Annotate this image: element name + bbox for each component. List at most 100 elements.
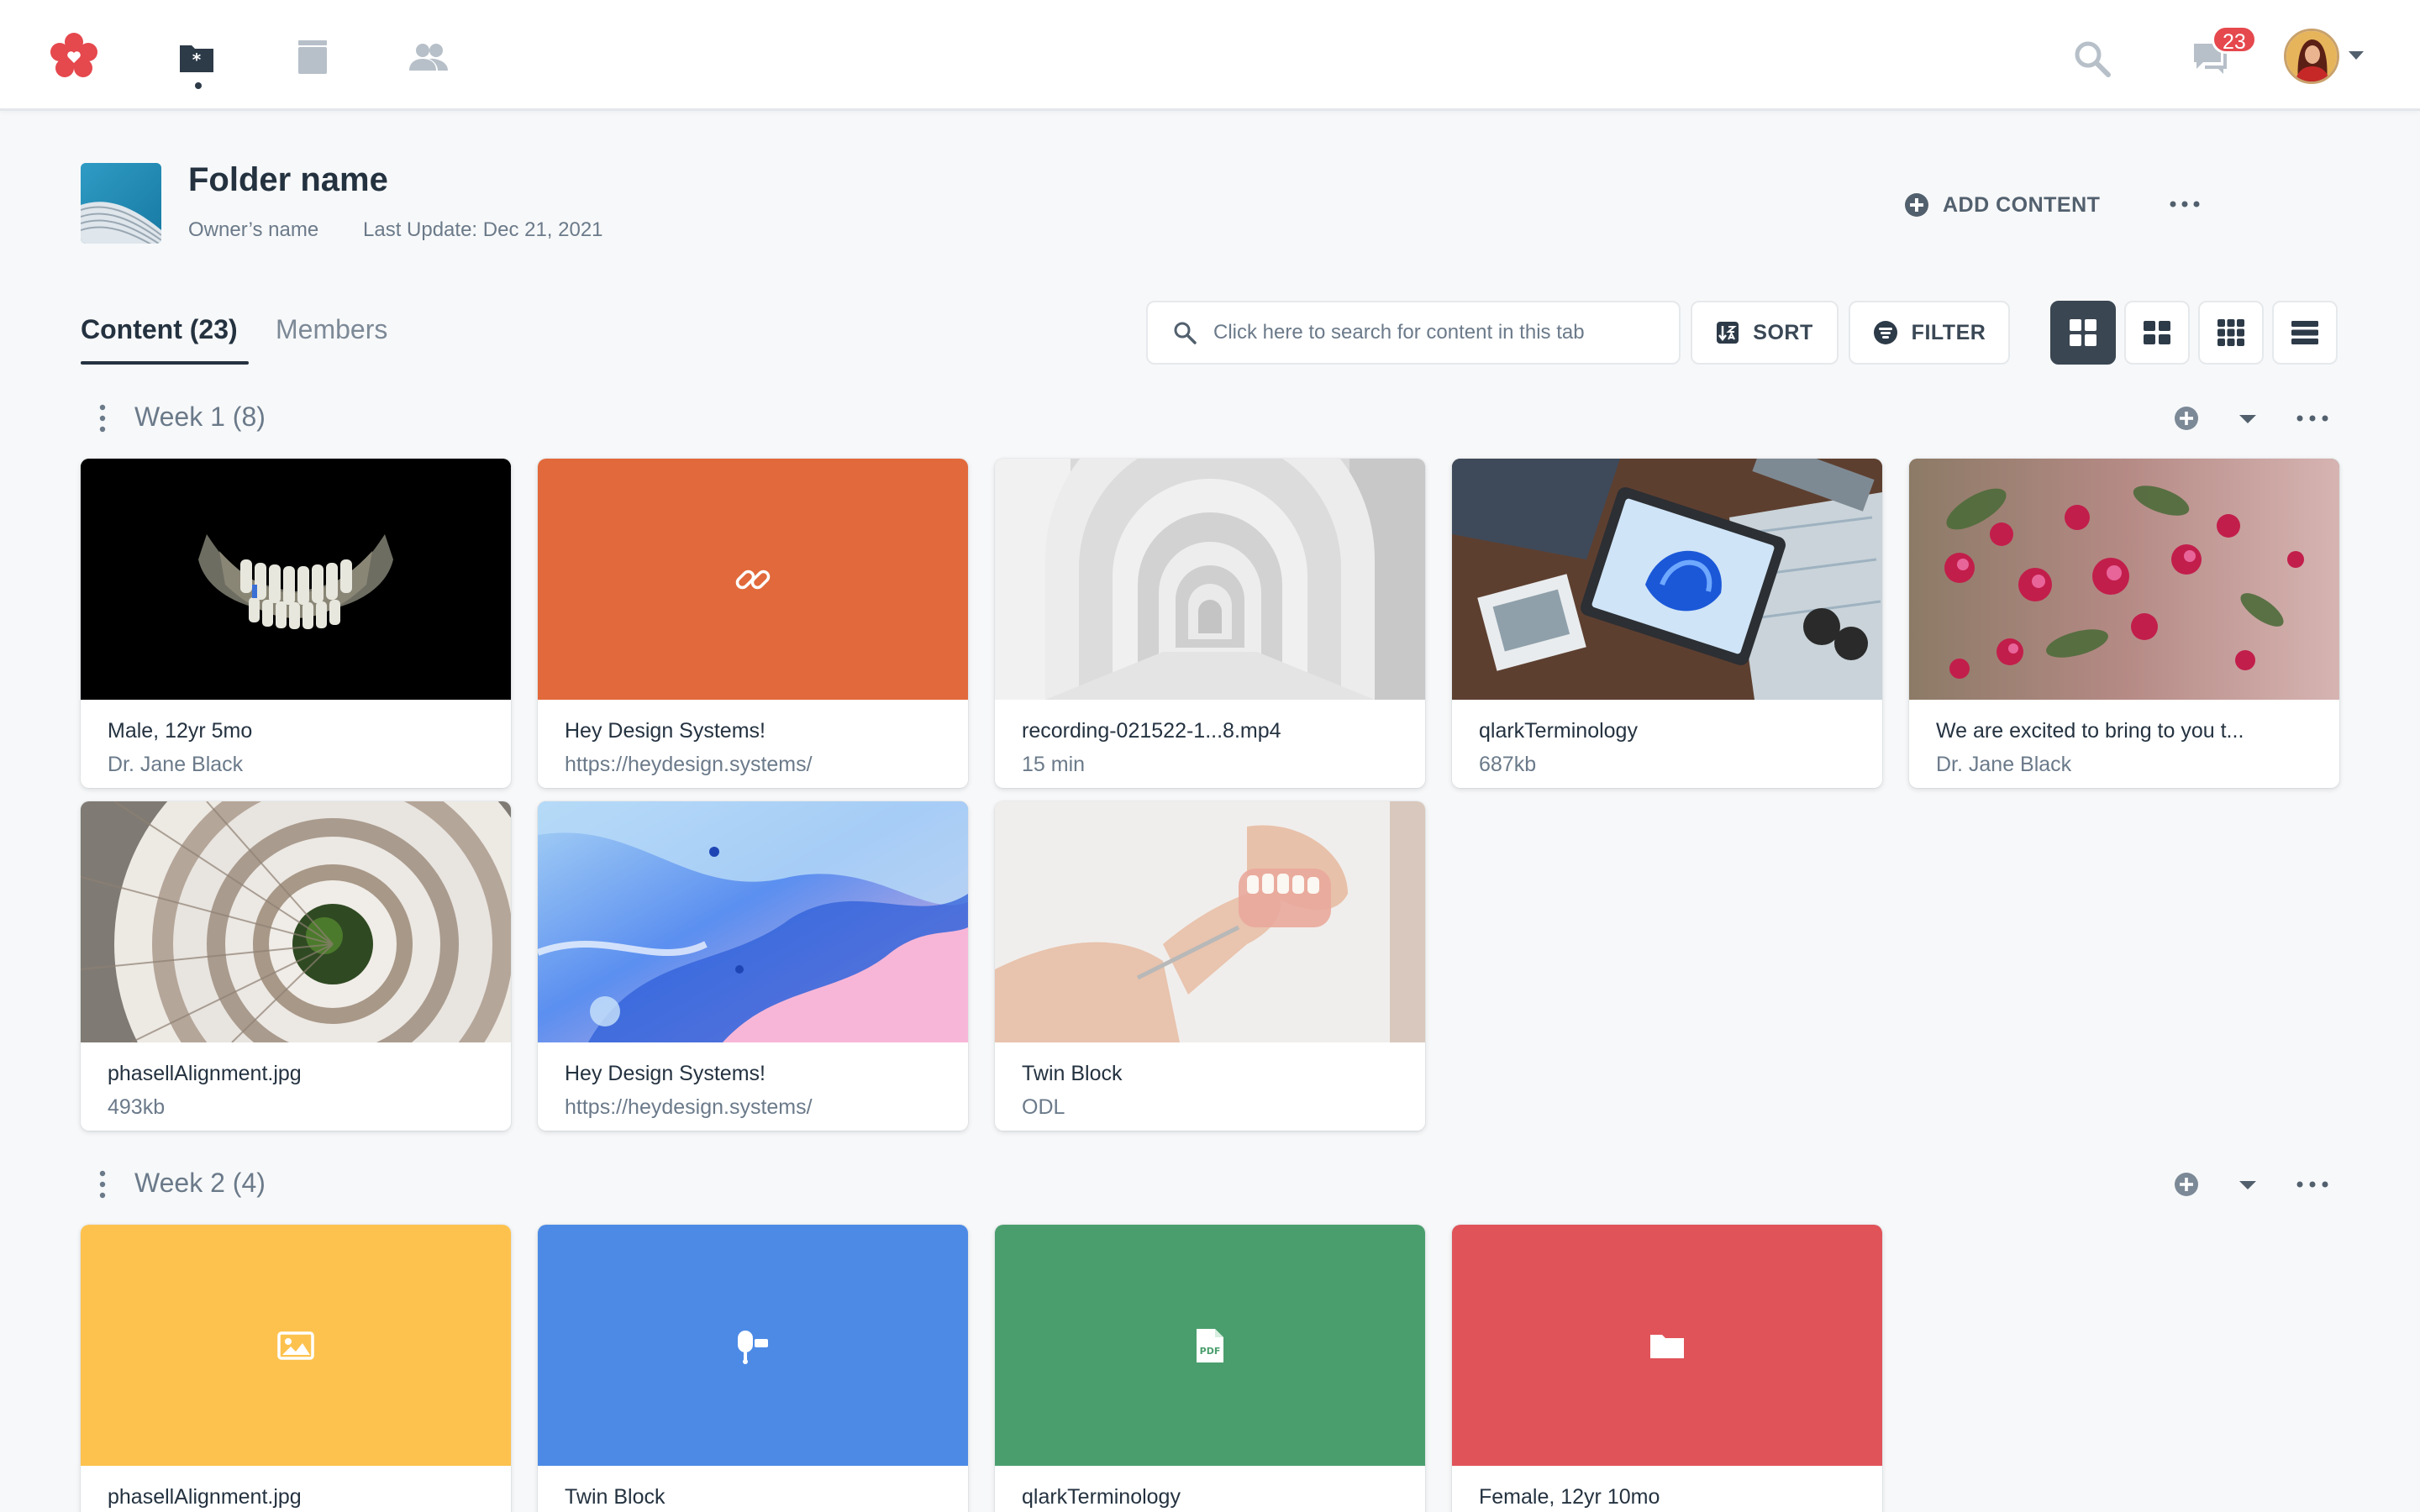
content-card[interactable]: Hey Design Systems! https://heydesign.sy…: [538, 459, 968, 788]
card-title: Male, 12yr 5mo: [108, 719, 253, 743]
pdf-icon: PDF: [1197, 1328, 1223, 1362]
tab-members[interactable]: Members: [276, 314, 387, 345]
appliance-icon: [738, 1330, 768, 1364]
drag-handle-icon[interactable]: [97, 1169, 108, 1200]
sort-icon: [1717, 322, 1739, 344]
content-card[interactable]: Female, 12yr 10mo: [1452, 1225, 1882, 1512]
filter-icon: [1873, 321, 1897, 344]
card-subtitle: Dr. Jane Black: [1936, 753, 2072, 776]
add-content-label: ADD CONTENT: [1943, 192, 2101, 217]
svg-text:PDF: PDF: [1200, 1346, 1221, 1357]
collapse-caret-icon[interactable]: [2237, 1176, 2259, 1193]
content-card[interactable]: phasellAlignment.jpg: [81, 1225, 511, 1512]
grid-medium-icon: [2144, 321, 2170, 344]
last-update: Last Update: Dec 21, 2021: [363, 218, 603, 241]
content-card[interactable]: phasellAlignment.jpg 493kb: [81, 801, 511, 1131]
search-input[interactable]: [1213, 321, 1650, 344]
add-content-button[interactable]: ADD CONTENT: [1904, 188, 2100, 222]
view-list-button[interactable]: [2272, 301, 2338, 365]
folder-thumbnail: [81, 163, 161, 244]
card-title: recording-021522-1...8.mp4: [1022, 719, 1281, 743]
link-preview: [538, 459, 968, 700]
content-card[interactable]: qlarkTerminology 687kb: [1452, 459, 1882, 788]
add-item-icon[interactable]: [2173, 405, 2200, 432]
page-title: Folder name: [188, 161, 388, 198]
sort-button[interactable]: SORT: [1691, 301, 1839, 365]
grid-large-icon: [2070, 319, 2096, 346]
fluid-art-image: [538, 801, 968, 1042]
dental-appliance-image: [995, 801, 1425, 1042]
link-icon: [735, 570, 771, 589]
card-subtitle: https://heydesign.systems/: [565, 1095, 813, 1119]
card-subtitle: 687kb: [1479, 753, 1537, 776]
folder-placeholder: [1452, 1225, 1882, 1466]
flower-logo-icon[interactable]: [47, 32, 101, 79]
card-title: Twin Block: [1022, 1062, 1123, 1085]
view-small-grid-button[interactable]: [2198, 301, 2264, 365]
folder-icon: [1650, 1334, 1684, 1358]
card-title: Hey Design Systems!: [565, 719, 765, 743]
card-subtitle: Dr. Jane Black: [108, 753, 244, 776]
list-icon: [2291, 321, 2318, 344]
notification-badge: 23: [2212, 25, 2257, 54]
book-icon[interactable]: [289, 34, 336, 81]
card-title: phasellAlignment.jpg: [108, 1062, 302, 1085]
spiral-stairs-image: [81, 801, 511, 1042]
arches-image: [995, 459, 1425, 700]
card-title: qlarkTerminology: [1479, 719, 1638, 743]
filter-button[interactable]: FILTER: [1849, 301, 2010, 365]
card-title: Female, 12yr 10mo: [1479, 1485, 1660, 1509]
add-item-icon[interactable]: [2173, 1171, 2200, 1198]
pdf-placeholder: PDF: [995, 1225, 1425, 1466]
active-tab-indicator: [81, 361, 249, 365]
card-title: We are excited to bring to you t...: [1936, 719, 2244, 743]
section-header-week-2: Week 2 (4): [81, 1159, 2341, 1210]
chevron-down-icon[interactable]: [2346, 47, 2366, 64]
card-subtitle: 15 min: [1022, 753, 1086, 776]
card-title: qlarkTerminology: [1022, 1485, 1181, 1509]
image-placeholder: [81, 1225, 511, 1466]
svg-text:*: *: [192, 50, 202, 70]
top-navigation-bar: [0, 0, 2420, 111]
active-nav-indicator: [195, 82, 202, 89]
appliance-placeholder: [538, 1225, 968, 1466]
card-subtitle: ODL: [1022, 1095, 1065, 1119]
content-card[interactable]: We are excited to bring to you t... Dr. …: [1909, 459, 2339, 788]
filter-label: FILTER: [1911, 320, 1986, 344]
owner-name: Owner’s name: [188, 218, 319, 241]
content-card[interactable]: recording-021522-1...8.mp4 15 min: [995, 459, 1425, 788]
user-avatar[interactable]: [2284, 29, 2339, 84]
content-search[interactable]: [1146, 301, 1681, 365]
section-title: Week 2 (4): [134, 1168, 266, 1198]
content-card[interactable]: Twin Block ODL: [995, 801, 1425, 1131]
people-icon[interactable]: [402, 34, 455, 81]
search-icon: [1174, 322, 1197, 344]
content-card[interactable]: Male, 12yr 5mo Dr. Jane Black: [81, 459, 511, 788]
section-header-week-1: Week 1 (8): [81, 393, 2341, 444]
sort-label: SORT: [1753, 320, 1813, 344]
dental-scan-image: [81, 459, 511, 700]
more-options-icon[interactable]: [2168, 190, 2202, 218]
folder-star-icon[interactable]: *: [173, 34, 220, 81]
more-options-icon[interactable]: [2296, 408, 2329, 428]
grid-small-icon: [2217, 319, 2244, 346]
card-subtitle: 493kb: [108, 1095, 166, 1119]
tablet-desk-image: [1452, 459, 1882, 700]
drag-handle-icon[interactable]: [97, 403, 108, 433]
more-options-icon[interactable]: [2296, 1174, 2329, 1194]
collapse-caret-icon[interactable]: [2237, 410, 2259, 427]
content-card[interactable]: PDF qlarkTerminology: [995, 1225, 1425, 1512]
card-title: Twin Block: [565, 1485, 666, 1509]
view-medium-grid-button[interactable]: [2124, 301, 2190, 365]
tab-content[interactable]: Content (23): [81, 314, 238, 345]
card-subtitle: https://heydesign.systems/: [565, 753, 813, 776]
content-card[interactable]: Twin Block: [538, 1225, 968, 1512]
card-title: phasellAlignment.jpg: [108, 1485, 302, 1509]
image-icon: [277, 1331, 314, 1360]
plus-circle-icon: [1905, 193, 1928, 217]
content-card[interactable]: Hey Design Systems! https://heydesign.sy…: [538, 801, 968, 1131]
search-icon[interactable]: [2067, 34, 2118, 84]
view-large-grid-button[interactable]: [2050, 301, 2116, 365]
blossom-image: [1909, 459, 2339, 700]
card-title: Hey Design Systems!: [565, 1062, 765, 1085]
